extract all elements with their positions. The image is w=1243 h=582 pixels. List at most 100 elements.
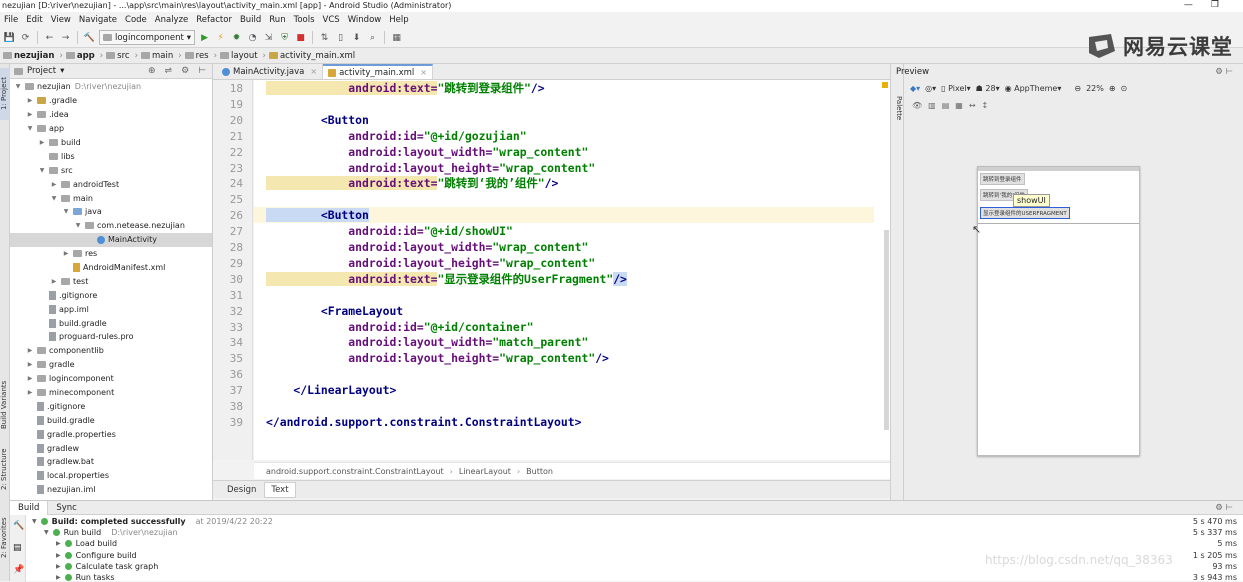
expand-down-icon[interactable]: ▼ — [44, 529, 49, 536]
editor-tab[interactable]: activity_main.xml × — [323, 64, 433, 79]
tree-item[interactable]: .gitignore — [10, 399, 212, 413]
zoom-fit-icon[interactable]: ⊙ — [1121, 84, 1128, 93]
orientation-icon[interactable]: ◎▾ — [925, 84, 936, 93]
menu-item-build[interactable]: Build — [236, 15, 265, 25]
avd-manager-icon[interactable]: ▯ — [334, 31, 347, 44]
tree-item[interactable]: ▼ src — [10, 163, 212, 177]
apply-changes-icon[interactable]: ⚡ — [214, 31, 227, 44]
menu-item-window[interactable]: Window — [344, 15, 386, 25]
build-row[interactable]: ▶ Configure build — [56, 551, 137, 560]
profile-icon[interactable]: ◔ — [246, 31, 259, 44]
autoconnect-icon[interactable]: ▦ — [955, 101, 963, 110]
layout-inspector-icon[interactable]: ⌕ — [366, 31, 379, 44]
design-surface-icon[interactable]: ▤ — [942, 101, 950, 110]
tab-text[interactable]: Text — [264, 481, 296, 498]
locate-icon[interactable]: ⊕ — [148, 66, 156, 76]
build-row[interactable]: ▼ Run build D:\river\nezujian — [44, 528, 178, 537]
build-row[interactable]: ▶ Load build — [56, 539, 117, 548]
sync-gradle-icon[interactable]: ⇅ — [318, 31, 331, 44]
close-icon[interactable]: × — [310, 67, 317, 76]
expand-right-icon[interactable]: ▶ — [26, 375, 34, 382]
stop-icon[interactable]: ■ — [294, 31, 307, 44]
tree-item[interactable]: ▶ gradle — [10, 358, 212, 372]
tree-item[interactable]: .gitignore — [10, 288, 212, 302]
tree-item[interactable]: ▼ java — [10, 205, 212, 219]
hammer-make-icon[interactable]: 🔨 — [83, 31, 96, 44]
tab-palette[interactable]: Palette — [891, 88, 903, 128]
gear-icon[interactable]: ⚙ ⊢ — [1215, 67, 1233, 77]
nav-crumb[interactable]: activity_main.xml — [268, 51, 357, 61]
editor-scrollbar[interactable] — [884, 230, 889, 430]
run-icon[interactable]: ▶ — [198, 31, 211, 44]
sdk-manager-icon[interactable]: ⬇ — [350, 31, 363, 44]
tab-design[interactable]: Design — [221, 483, 262, 497]
tree-item[interactable]: proguard-rules.pro — [10, 330, 212, 344]
expand-right-icon[interactable]: ▶ — [50, 181, 58, 188]
expand-down-icon[interactable]: ▶ — [56, 574, 61, 581]
xml-breadcrumb-item[interactable]: android.support.constraint.ConstraintLay… — [266, 467, 444, 476]
menu-item-vcs[interactable]: VCS — [319, 15, 344, 25]
tree-item[interactable]: ▶ res — [10, 247, 212, 261]
close-icon[interactable]: × — [420, 68, 427, 77]
sync-icon[interactable]: ⟳ — [19, 31, 32, 44]
blueprint-icon[interactable]: ▥ — [928, 101, 936, 110]
tab-sync[interactable]: Sync — [48, 503, 85, 513]
menu-item-refactor[interactable]: Refactor — [192, 15, 236, 25]
api-select[interactable]: ☗ 28▾ — [976, 84, 1000, 93]
expand-right-icon[interactable]: ▶ — [26, 389, 34, 396]
horizontal-resize-icon[interactable]: ↔ — [969, 101, 976, 110]
tree-item[interactable]: local.properties — [10, 469, 212, 483]
expand-down-icon[interactable]: ▶ — [56, 563, 61, 570]
tab-build-variants[interactable]: Build Variants — [0, 374, 10, 436]
tree-item[interactable]: ▼ main — [10, 191, 212, 205]
menu-item-code[interactable]: Code — [121, 15, 151, 25]
expand-down-icon[interactable]: ▼ — [26, 125, 34, 132]
tree-item[interactable]: MainActivity — [10, 232, 212, 247]
tree-item[interactable]: app.iml — [10, 302, 212, 316]
project-view-select[interactable]: Project — [27, 66, 56, 76]
forward-arrow-icon[interactable]: → — [59, 31, 72, 44]
expand-down-icon[interactable]: ▼ — [32, 518, 37, 525]
tab-structure[interactable]: 2: Structure — [0, 444, 10, 494]
tree-item[interactable]: ▶ .idea — [10, 108, 212, 122]
gear-icon[interactable]: ⚙ ⊢ — [1207, 503, 1243, 513]
pin-icon[interactable]: 📌 — [13, 565, 24, 575]
expand-right-icon[interactable]: ▶ — [62, 250, 70, 257]
tree-item[interactable]: gradlew.bat — [10, 455, 212, 469]
save-all-icon[interactable]: 💾 — [3, 31, 16, 44]
tree-item[interactable]: ▶ test — [10, 274, 212, 288]
tree-item[interactable]: ▼ com.netease.nezujian — [10, 219, 212, 233]
toggle-view-icon[interactable]: ▤ — [13, 543, 22, 553]
tree-item[interactable]: ▼ nezujian D:\river\nezujian — [10, 80, 212, 94]
device-select[interactable]: ▯ Pixel▾ — [941, 84, 970, 93]
coverage-icon[interactable]: ⛨ — [278, 31, 291, 44]
tree-item[interactable]: ▶ .gradle — [10, 94, 212, 108]
menu-item-help[interactable]: Help — [385, 15, 412, 25]
tree-item[interactable]: build.gradle — [10, 316, 212, 330]
tree-item[interactable]: libs — [10, 149, 212, 163]
layers-icon[interactable]: ◆▾ — [910, 84, 920, 93]
expand-down-icon[interactable]: ▶ — [56, 552, 61, 559]
zoom-in-icon[interactable]: ⊕ — [1109, 84, 1116, 93]
tree-item[interactable]: gradle.properties — [10, 427, 212, 441]
menu-item-tools[interactable]: Tools — [290, 15, 319, 25]
zoom-out-icon[interactable]: ⊖ — [1074, 84, 1081, 93]
vertical-resize-icon[interactable]: ↕ — [982, 101, 989, 110]
expand-right-icon[interactable]: ▶ — [38, 139, 46, 146]
window-controls[interactable]: —❐ — [1184, 0, 1237, 11]
nav-crumb[interactable]: nezujian — [3, 51, 56, 61]
editor-tab[interactable]: MainActivity.java × — [217, 64, 324, 79]
expand-down-icon[interactable]: ▼ — [38, 167, 46, 174]
expand-down-icon[interactable]: ▶ — [56, 540, 61, 547]
expand-right-icon[interactable]: ▶ — [26, 111, 34, 118]
tree-item[interactable]: ▶ minecomponent — [10, 386, 212, 400]
tab-build[interactable]: Build — [10, 500, 49, 515]
code-editor[interactable]: android:text="跳转到登录组件"/> <Button android… — [254, 80, 890, 460]
debug-icon[interactable]: ✹ — [230, 31, 243, 44]
menu-item-navigate[interactable]: Navigate — [75, 15, 121, 25]
menu-item-file[interactable]: File — [0, 15, 22, 25]
menu-item-edit[interactable]: Edit — [22, 15, 46, 25]
hide-icon[interactable]: ⊢ — [198, 66, 206, 76]
tree-item[interactable]: gradlew — [10, 441, 212, 455]
preview-button-login[interactable]: 跳转到登录组件 — [980, 173, 1025, 185]
